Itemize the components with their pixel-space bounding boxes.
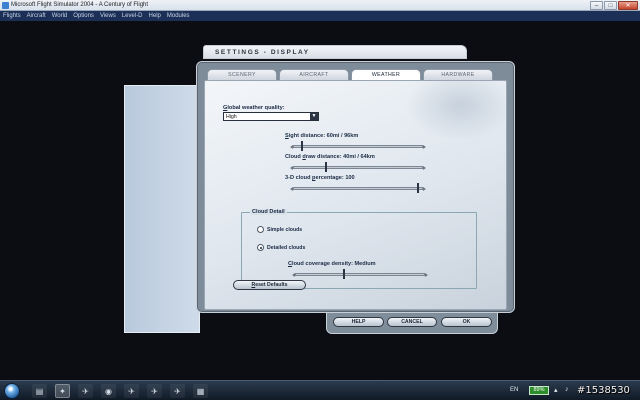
help-button[interactable]: HELP <box>333 317 384 327</box>
slider-right-marker <box>423 187 426 191</box>
slider-track[interactable] <box>295 273 425 276</box>
dialog-button-bar: HELP CANCEL OK <box>326 313 498 334</box>
menu-options[interactable]: Options <box>73 13 94 19</box>
menu-modules[interactable]: Modules <box>167 13 190 19</box>
watermark: #1538530 <box>577 385 630 396</box>
close-button[interactable]: ✕ <box>618 1 638 10</box>
tab-aircraft[interactable]: AIRCRAFT <box>279 69 349 80</box>
label-text: lobal weather quality: <box>227 105 285 111</box>
slider-right-marker <box>425 273 428 277</box>
slider-thumb[interactable] <box>416 183 419 193</box>
dropdown-value: High <box>226 114 237 120</box>
slider-thumb[interactable] <box>301 141 304 151</box>
taskbar-app-icon[interactable]: ▤ <box>32 384 47 398</box>
cloud-coverage-slider[interactable] <box>292 269 428 279</box>
settings-dialog: SCENERY AIRCRAFT WEATHER HARDWARE Global… <box>196 61 515 313</box>
label-text: etailed clouds <box>270 244 306 251</box>
detailed-clouds-radio[interactable] <box>257 244 264 251</box>
menu-aircraft[interactable]: Aircraft <box>27 13 46 19</box>
sight-distance-label: Sight distance: 60mi / 96km <box>285 133 358 139</box>
weather-panel: Global weather quality: High ▼ Sight dis… <box>204 80 507 310</box>
menu-views[interactable]: Views <box>100 13 116 19</box>
battery-icon[interactable]: 89% <box>529 386 549 395</box>
label-text: raw distance: 40mi / 64km <box>305 154 375 160</box>
chevron-down-icon[interactable]: ▼ <box>310 113 318 120</box>
menu-flights[interactable]: Flights <box>3 13 21 19</box>
dialog-title: SETTINGS - DISPLAY <box>215 49 310 56</box>
dialog-header: SETTINGS - DISPLAY <box>203 45 467 59</box>
slider-thumb[interactable] <box>343 269 346 279</box>
cloud-draw-distance-slider[interactable] <box>290 162 426 172</box>
menu-world[interactable]: World <box>52 13 68 19</box>
simple-clouds-radio[interactable] <box>257 226 264 233</box>
taskbar: ▤ ✦ ✈ ◉ ✈ ✈ ✈ ▦ EN 89% ▴ ♪ <box>0 380 640 400</box>
cloud-draw-distance-label: Cloud draw distance: 40mi / 64km <box>285 154 375 160</box>
cloud-coverage-label: Cloud coverage density: Medium <box>288 261 376 267</box>
label-text: ercentage: 100 <box>315 175 355 181</box>
sight-distance-slider[interactable] <box>290 141 426 151</box>
slider-thumb[interactable] <box>324 162 327 172</box>
taskbar-app-icon[interactable]: ✈ <box>78 384 93 398</box>
global-weather-quality-label: Global weather quality: <box>223 105 285 111</box>
label-text: loud coverage density: Medium <box>292 261 376 267</box>
tray-expand-icon[interactable]: ▴ <box>554 386 558 394</box>
label-text: Cloud <box>285 154 303 160</box>
cancel-button[interactable]: CANCEL <box>387 317 437 327</box>
cloud-percentage-slider[interactable] <box>290 183 426 193</box>
taskbar-app-icon[interactable]: ✈ <box>170 384 185 398</box>
cloud-detail-title: Cloud Detail <box>250 209 287 215</box>
simple-clouds-option[interactable]: Simple clouds <box>257 226 302 233</box>
label-text: ight distance: 60mi / 96km <box>288 133 359 139</box>
window-controls: – □ ✕ <box>590 1 638 10</box>
slider-track[interactable] <box>293 145 423 148</box>
background-artwork <box>405 81 505 141</box>
maximize-button[interactable]: □ <box>604 1 617 10</box>
label-text: eset Defaults <box>255 282 288 288</box>
start-button[interactable] <box>4 383 20 399</box>
taskbar-app-icon[interactable]: ◉ <box>101 384 116 398</box>
detailed-clouds-option[interactable]: Detailed clouds <box>257 244 305 251</box>
slider-right-marker <box>423 166 426 170</box>
weather-quality-dropdown[interactable]: High ▼ <box>223 112 319 121</box>
detailed-clouds-label[interactable]: Detailed clouds <box>267 245 305 251</box>
label-text: 3-D cloud <box>285 175 313 181</box>
tab-scenery[interactable]: SCENERY <box>207 69 277 80</box>
app-icon <box>2 2 9 9</box>
slider-right-marker <box>423 145 426 149</box>
language-indicator[interactable]: EN <box>510 387 518 393</box>
window-titlebar: Microsoft Flight Simulator 2004 - A Cent… <box>0 0 640 11</box>
menu-help[interactable]: Help <box>149 13 161 19</box>
reset-defaults-button[interactable]: Reset Defaults <box>233 280 306 290</box>
slider-track[interactable] <box>293 166 423 169</box>
minimize-button[interactable]: – <box>590 1 603 10</box>
tab-hardware[interactable]: HARDWARE <box>423 69 493 80</box>
cloud-detail-group: Cloud Detail Simple clouds Detailed clou… <box>241 209 477 289</box>
taskbar-app-icon[interactable]: ▦ <box>193 384 208 398</box>
taskbar-app-icon[interactable]: ✦ <box>55 384 70 398</box>
taskbar-icons: ▤ ✦ ✈ ◉ ✈ ✈ ✈ ▦ <box>32 384 208 398</box>
volume-icon[interactable]: ♪ <box>565 386 569 393</box>
menu-level-d[interactable]: Level-D <box>122 13 143 19</box>
taskbar-app-icon[interactable]: ✈ <box>147 384 162 398</box>
simple-clouds-label[interactable]: Simple clouds <box>267 227 302 233</box>
menu-bar: Flights Aircraft World Options Views Lev… <box>0 11 640 21</box>
background-panel <box>124 85 200 333</box>
window-title: Microsoft Flight Simulator 2004 - A Cent… <box>11 2 149 8</box>
slider-track[interactable] <box>293 187 423 190</box>
ok-button[interactable]: OK <box>441 317 492 327</box>
cloud-percentage-label: 3-D cloud percentage: 100 <box>285 175 355 181</box>
taskbar-app-icon[interactable]: ✈ <box>124 384 139 398</box>
